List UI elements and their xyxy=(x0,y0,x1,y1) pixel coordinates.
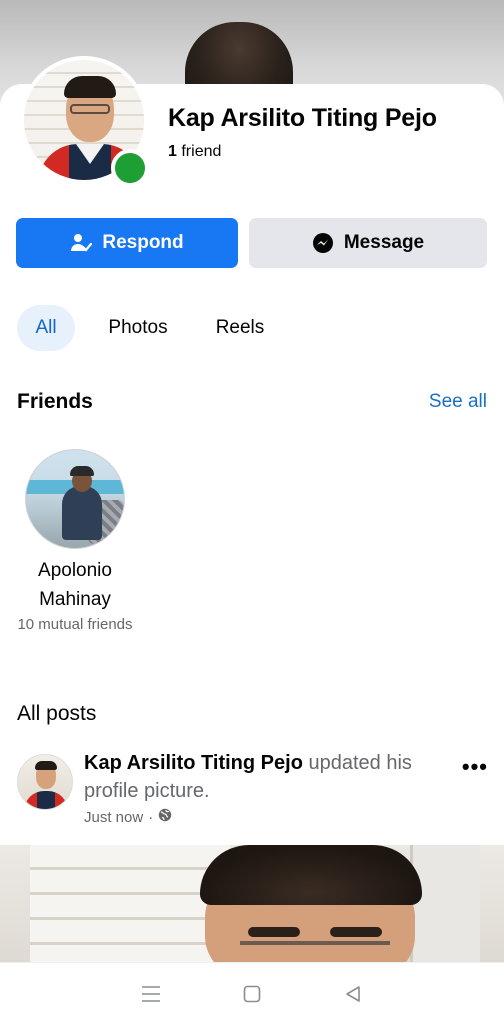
message-button[interactable]: Message xyxy=(249,218,487,268)
friend-request-icon xyxy=(70,233,93,253)
post-meta: Just now · xyxy=(84,808,172,826)
friend-count-number: 1 xyxy=(168,143,177,160)
meta-separator: · xyxy=(148,808,154,826)
post-more-options-button[interactable]: ••• xyxy=(462,754,488,780)
all-posts-title: All posts xyxy=(17,702,97,725)
friend-mutual-count: 10 mutual friends xyxy=(17,616,133,633)
system-navigation-bar xyxy=(0,962,504,1024)
friend-name[interactable]: Apolonio Mahinay xyxy=(10,556,140,614)
post-author-name[interactable]: Kap Arsilito Titing Pejo xyxy=(84,752,303,774)
menu-icon[interactable] xyxy=(138,981,164,1007)
messenger-icon xyxy=(312,232,334,254)
globe-icon xyxy=(158,808,172,826)
post-header-text: Kap Arsilito Titing Pejo updated his pro… xyxy=(84,749,444,805)
online-status-indicator xyxy=(111,149,149,187)
post-author-avatar[interactable] xyxy=(17,754,73,810)
profile-name: Kap Arsilito Titing Pejo xyxy=(168,104,437,132)
tab-all[interactable]: All xyxy=(17,305,75,351)
message-label: Message xyxy=(343,232,425,253)
post-image[interactable] xyxy=(0,845,504,963)
friend-count-label: friend xyxy=(181,143,222,160)
friends-section-title: Friends xyxy=(17,390,93,413)
home-square-icon[interactable] xyxy=(239,981,265,1007)
respond-label: Respond xyxy=(102,232,184,253)
back-triangle-icon[interactable] xyxy=(340,981,366,1007)
see-all-friends-link[interactable]: See all xyxy=(429,391,487,413)
tab-reels[interactable]: Reels xyxy=(206,305,274,351)
friend-count[interactable]: 1 friend xyxy=(168,143,221,161)
tab-photos[interactable]: Photos xyxy=(96,305,180,351)
post-timestamp[interactable]: Just now xyxy=(84,809,143,826)
respond-button[interactable]: Respond xyxy=(16,218,238,268)
friend-avatar[interactable] xyxy=(25,449,125,549)
